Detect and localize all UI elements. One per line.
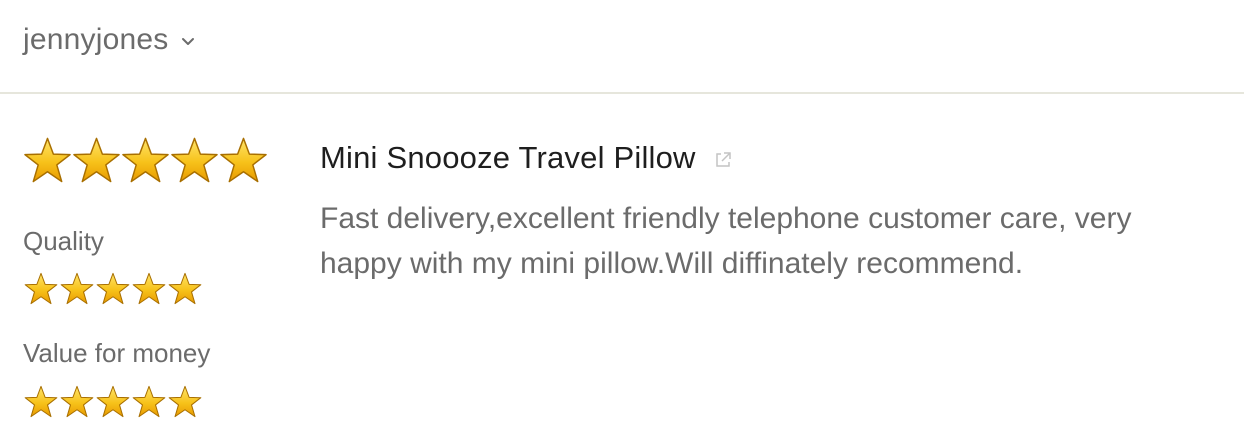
- product-title[interactable]: Mini Snoooze Travel Pillow: [320, 140, 696, 176]
- ratings-panel: Quality Value for money: [23, 136, 283, 418]
- overall-rating-stars: [23, 136, 283, 184]
- value-for-money-label: Value for money: [23, 338, 211, 368]
- star-filled-icon: [170, 136, 219, 184]
- star-filled-icon: [167, 385, 203, 418]
- external-link-icon[interactable]: [714, 151, 732, 169]
- star-filled-icon: [95, 272, 131, 305]
- star-filled-icon: [131, 385, 167, 418]
- star-filled-icon: [23, 136, 72, 184]
- star-filled-icon: [23, 385, 59, 418]
- quality-label: Quality: [23, 226, 104, 256]
- star-filled-icon: [72, 136, 121, 184]
- star-filled-icon: [23, 272, 59, 305]
- chevron-down-icon: [180, 34, 196, 50]
- star-filled-icon: [121, 136, 170, 184]
- header: jennyjones: [0, 0, 1244, 94]
- quality-rating-stars: [23, 272, 203, 305]
- review-text: Fast delivery,excellent friendly telepho…: [320, 202, 1132, 280]
- star-filled-icon: [219, 136, 268, 184]
- star-filled-icon: [167, 272, 203, 305]
- review-title-row: Mini Snoooze Travel Pillow: [320, 140, 1230, 176]
- review-content: Mini Snoooze Travel Pillow Fast delivery…: [320, 140, 1230, 286]
- star-filled-icon: [95, 385, 131, 418]
- user-menu-dropdown[interactable]: jennyjones: [23, 23, 196, 57]
- value-for-money-rating-stars: [23, 385, 203, 418]
- star-filled-icon: [131, 272, 167, 305]
- username: jennyjones: [23, 23, 169, 56]
- star-filled-icon: [59, 272, 95, 305]
- star-filled-icon: [59, 385, 95, 418]
